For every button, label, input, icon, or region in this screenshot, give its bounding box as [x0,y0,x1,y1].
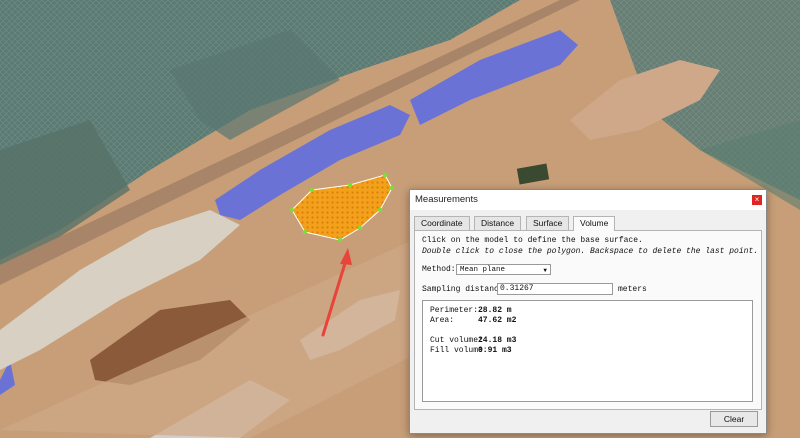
area-label: Area: [430,316,455,325]
cut-volume-row: Cut volume: 24.18 m3 [430,336,516,345]
tab-distance[interactable]: Distance [474,216,522,230]
measurements-window: Measurements × Coordinate Distance Surfa… [409,189,767,434]
sampling-distance-input[interactable]: 0.31267 [497,283,613,295]
instruction-line-1: Click on the model to define the base su… [422,236,643,245]
window-title: Measurements [415,194,478,205]
sampling-unit: meters [618,285,647,294]
clear-button[interactable]: Clear [710,411,758,427]
fill-volume-value: 0.91 m3 [478,346,512,355]
tab-surface[interactable]: Surface [526,216,570,230]
method-dropdown[interactable]: Mean plane ▼ [456,264,551,275]
results-box: Perimeter: 28.82 m Area: 47.62 m2 Cut vo… [422,300,753,402]
chevron-down-icon: ▼ [543,267,547,274]
method-selected-value: Mean plane [460,266,506,274]
perimeter-label: Perimeter: [430,306,479,315]
sampling-distance-label: Sampling distance: [422,285,509,294]
window-titlebar[interactable]: Measurements × [410,190,766,210]
cut-volume-value: 24.18 m3 [478,336,517,345]
area-row: Area: 47.62 m2 [430,316,516,325]
tab-volume[interactable]: Volume [573,216,616,231]
area-value: 47.62 m2 [478,316,517,325]
fill-volume-row: Fill volume: 0.91 m3 [430,346,512,355]
cut-volume-label: Cut volume: [430,336,483,345]
perimeter-value: 28.82 m [478,306,512,315]
close-icon[interactable]: × [752,195,762,205]
tab-coordinate[interactable]: Coordinate [414,216,470,230]
volume-panel: Click on the model to define the base su… [414,230,762,410]
instruction-line-2: Double click to close the polygon. Backs… [422,247,759,256]
perimeter-row: Perimeter: 28.82 m [430,306,512,315]
method-label: Method: [422,265,456,274]
